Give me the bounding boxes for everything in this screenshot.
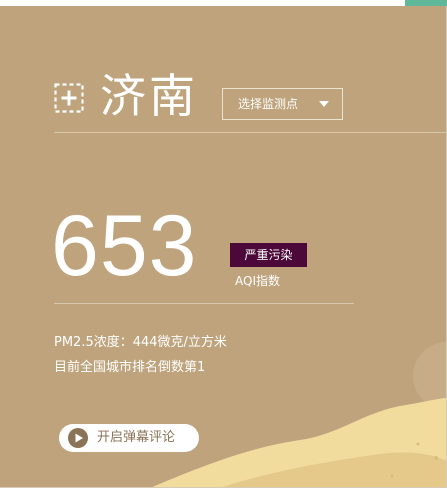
station-select-dropdown[interactable]: 选择监测点	[222, 88, 343, 120]
danmaku-button-label: 开启弹幕评论	[97, 430, 176, 445]
aqi-value: 653	[51, 198, 198, 294]
danmaku-toggle-button[interactable]: 开启弹幕评论	[59, 424, 199, 452]
aqi-divider	[54, 303, 354, 304]
aqi-widget: 济南 选择监测点 653 严重污染 AQI指数 PM2.5浓度：444微克/立方…	[0, 0, 447, 494]
city-name: 济南	[100, 69, 198, 123]
aqi-caption: AQI指数	[235, 274, 280, 288]
city-aqi-panel: 济南 选择监测点 653 严重污染 AQI指数 PM2.5浓度：444微克/立方…	[0, 6, 447, 488]
play-circle-icon	[68, 428, 88, 448]
header-divider	[54, 132, 446, 133]
caret-down-icon	[319, 101, 329, 107]
pm25-concentration: PM2.5浓度：444微克/立方米	[54, 335, 227, 350]
pollution-level-badge: 严重污染	[230, 243, 307, 267]
add-city-icon[interactable]	[54, 83, 84, 113]
bottom-strip	[0, 488, 447, 494]
station-select-label: 选择监测点	[238, 97, 299, 111]
national-rank: 目前全国城市排名倒数第1	[54, 360, 206, 375]
